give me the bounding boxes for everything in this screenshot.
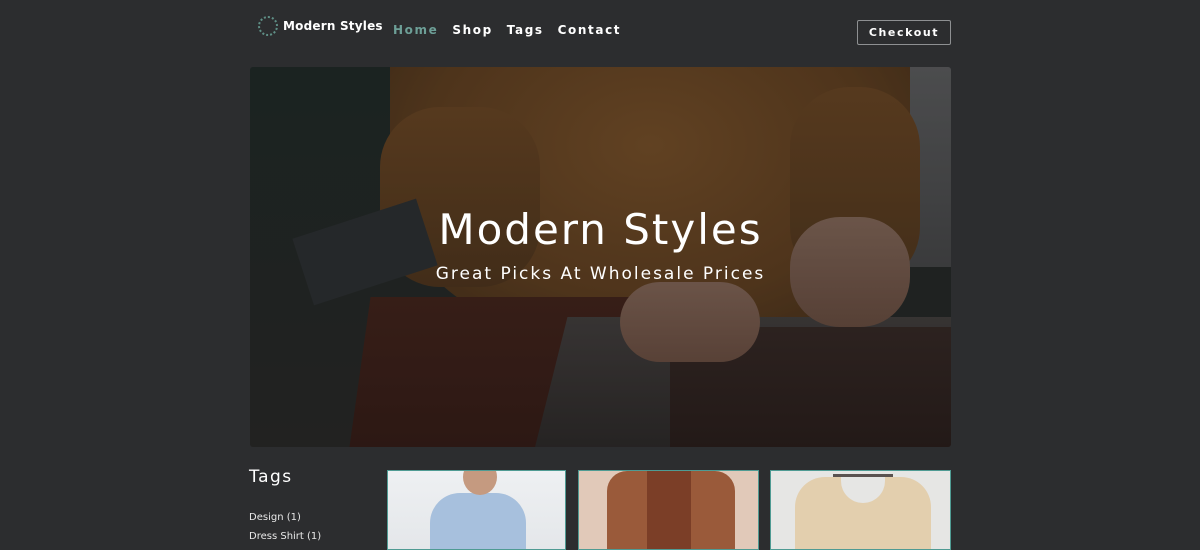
site-header: Modern Styles Home Shop Tags Contact Che… [0, 0, 1200, 62]
nav-contact[interactable]: Contact [558, 23, 621, 37]
hero-banner: Modern Styles Great Picks At Wholesale P… [250, 67, 951, 447]
checkout-button[interactable]: Checkout [857, 20, 951, 45]
hero-overlay [250, 67, 951, 447]
hero-subtitle: Great Picks At Wholesale Prices [435, 264, 766, 284]
logo-text: Modern Styles [283, 19, 383, 33]
product-card-sweater[interactable] [770, 470, 951, 550]
tag-link-dress-shirt[interactable]: Dress Shirt (1) [249, 527, 321, 546]
main-nav: Home Shop Tags Contact [393, 23, 621, 37]
product-card-shirt[interactable] [387, 470, 566, 550]
nav-tags[interactable]: Tags [507, 23, 544, 37]
nav-home[interactable]: Home [393, 23, 438, 37]
product-image-turtleneck [647, 471, 691, 549]
product-image-shirt [430, 493, 526, 549]
site-logo[interactable]: Modern Styles [258, 16, 383, 36]
nav-shop[interactable]: Shop [452, 23, 492, 37]
product-card-coat[interactable] [578, 470, 759, 550]
product-image-model [463, 471, 497, 495]
logo-icon [258, 16, 278, 36]
sidebar-tags-heading: Tags [249, 467, 293, 487]
hero-title: Modern Styles [438, 205, 763, 254]
sidebar-tag-list: Design (1) Dress Shirt (1) [249, 508, 321, 546]
tag-link-design[interactable]: Design (1) [249, 508, 321, 527]
